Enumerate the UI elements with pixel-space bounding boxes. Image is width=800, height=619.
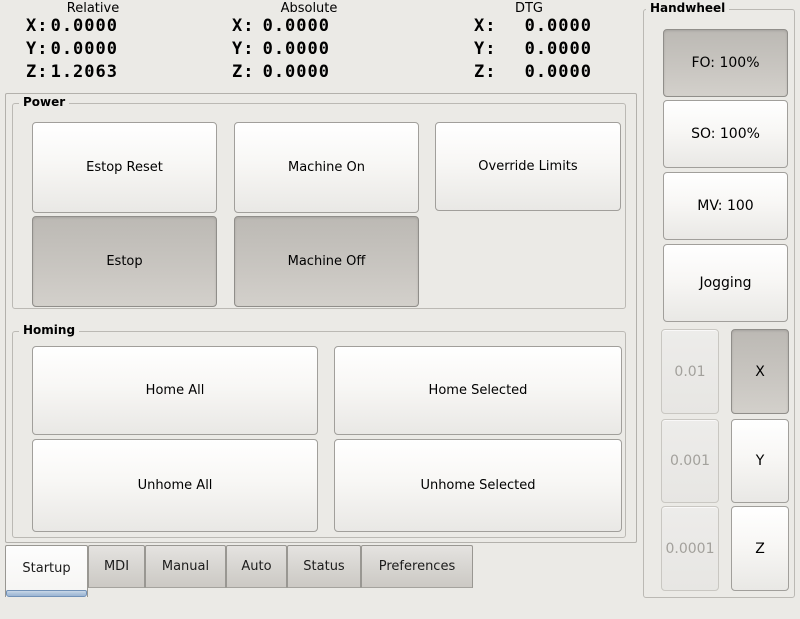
dro-relative-z: Z:1.2063 [26, 61, 118, 84]
estop-button[interactable]: Estop [32, 216, 217, 307]
dro-absolute-y: Y:0.0000 [232, 38, 330, 61]
dro-absolute-x: X:0.0000 [232, 15, 330, 38]
max-velocity-button[interactable]: MV: 100 [663, 172, 788, 240]
dro-absolute-values: X:0.0000 Y:0.0000 Z:0.0000 [232, 15, 330, 84]
home-selected-button[interactable]: Home Selected [334, 346, 622, 435]
power-frame: Power Estop Reset Machine On Override Li… [12, 103, 626, 309]
dro-dtg-values: X:0.0000 Y:0.0000 Z:0.0000 [474, 15, 592, 84]
dro-dtg-z: Z:0.0000 [474, 61, 592, 84]
increment-0.001-button[interactable]: 0.001 [661, 419, 719, 503]
increment-0.01-button[interactable]: 0.01 [661, 329, 719, 414]
tab-startup-label: Startup [22, 561, 70, 576]
tab-auto-label: Auto [241, 559, 271, 574]
homing-frame-label: Homing [19, 323, 79, 338]
tab-mdi[interactable]: MDI [88, 545, 145, 588]
axis-z-button[interactable]: Z [731, 506, 789, 591]
dro-relative-values: X:0.0000 Y:0.0000 Z:1.2063 [26, 15, 118, 84]
dro-relative-y: Y:0.0000 [26, 38, 118, 61]
dro-dtg-title: DTG [469, 1, 589, 16]
machine-off-button[interactable]: Machine Off [234, 216, 419, 307]
tab-preferences-label: Preferences [379, 559, 455, 574]
unhome-selected-button[interactable]: Unhome Selected [334, 439, 622, 532]
tab-startup-active-indicator [6, 590, 87, 597]
tab-manual-label: Manual [162, 559, 209, 574]
spindle-override-button[interactable]: SO: 100% [663, 100, 788, 168]
handwheel-frame-label: Handwheel [646, 1, 729, 16]
power-frame-label: Power [19, 95, 69, 110]
tab-status[interactable]: Status [287, 545, 361, 588]
tab-status-label: Status [303, 559, 344, 574]
axis-x-button[interactable]: X [731, 329, 789, 414]
feed-override-button[interactable]: FO: 100% [663, 29, 788, 97]
dro-relative-title: Relative [33, 1, 153, 16]
home-all-button[interactable]: Home All [32, 346, 318, 435]
handwheel-frame: Handwheel FO: 100% SO: 100% MV: 100 Jogg… [643, 9, 795, 598]
dro-dtg-x: X:0.0000 [474, 15, 592, 38]
axis-y-button[interactable]: Y [731, 419, 789, 503]
tab-preferences[interactable]: Preferences [361, 545, 473, 588]
tab-mdi-label: MDI [104, 559, 129, 574]
main-panel: Power Estop Reset Machine On Override Li… [5, 93, 637, 543]
increment-0.0001-button[interactable]: 0.0001 [661, 506, 719, 591]
dro-absolute-title: Absolute [249, 1, 369, 16]
tab-startup[interactable]: Startup [5, 545, 88, 597]
unhome-all-button[interactable]: Unhome All [32, 439, 318, 532]
jogging-button[interactable]: Jogging [663, 244, 788, 322]
dro-absolute-z: Z:0.0000 [232, 61, 330, 84]
dro-relative-x: X:0.0000 [26, 15, 118, 38]
override-limits-button[interactable]: Override Limits [435, 122, 621, 211]
estop-reset-button[interactable]: Estop Reset [32, 122, 217, 213]
homing-frame: Homing Home All Home Selected Unhome All… [12, 331, 626, 538]
application-window: Relative Absolute DTG X:0.0000 Y:0.0000 … [0, 0, 800, 619]
machine-on-button[interactable]: Machine On [234, 122, 419, 213]
tab-auto[interactable]: Auto [226, 545, 287, 588]
dro-dtg-y: Y:0.0000 [474, 38, 592, 61]
tab-manual[interactable]: Manual [145, 545, 226, 588]
